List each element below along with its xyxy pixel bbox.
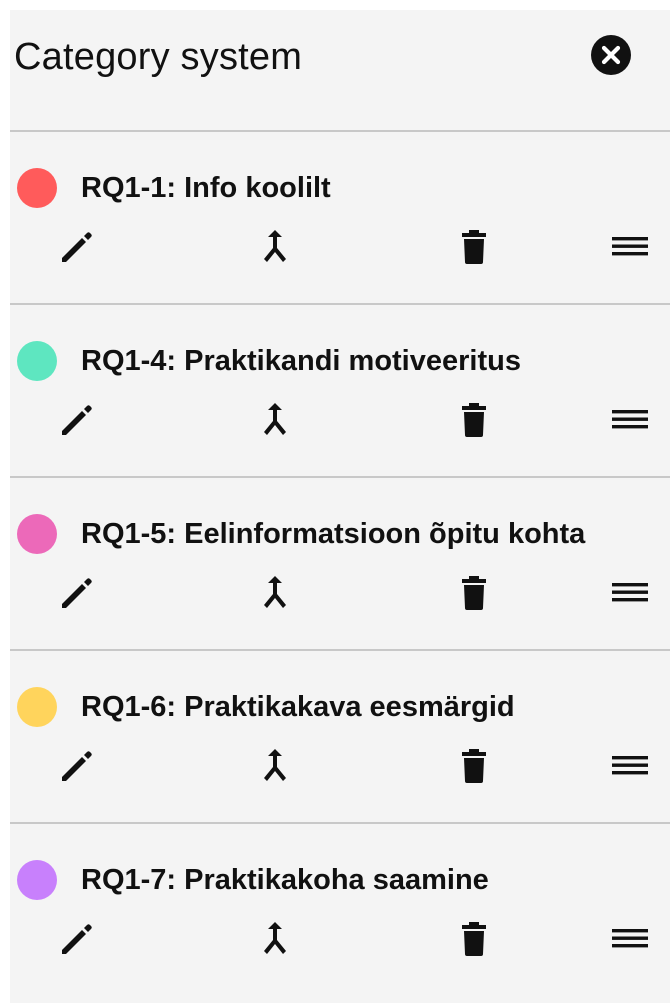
trash-icon — [452, 743, 496, 787]
drag-handle[interactable] — [608, 743, 652, 787]
category-color-dot — [17, 860, 57, 900]
trash-icon — [452, 916, 496, 960]
drag-handle-icon — [608, 916, 652, 960]
edit-button[interactable] — [56, 916, 100, 960]
category-label: RQ1-1: Info koolilt — [81, 172, 331, 204]
category-color-dot — [17, 514, 57, 554]
category-label: RQ1-7: Praktikakoha saamine — [81, 864, 489, 896]
category-label: RQ1-6: Praktikakava eesmärgid — [81, 691, 515, 723]
category-label: RQ1-4: Praktikandi motiveeritus — [81, 345, 521, 377]
merge-button[interactable] — [253, 570, 297, 614]
pencil-icon — [56, 397, 100, 441]
category-color-dot — [17, 341, 57, 381]
merge-button[interactable] — [253, 224, 297, 268]
category-color-dot — [17, 687, 57, 727]
edit-button[interactable] — [56, 570, 100, 614]
category-item: RQ1-4: Praktikandi motiveeritus — [10, 305, 670, 476]
delete-button[interactable] — [452, 397, 496, 441]
category-item: RQ1-6: Praktikakava eesmärgid — [10, 651, 670, 822]
category-actions — [10, 916, 670, 960]
merge-icon — [253, 916, 297, 960]
delete-button[interactable] — [452, 916, 496, 960]
merge-icon — [253, 743, 297, 787]
merge-button[interactable] — [253, 743, 297, 787]
drag-handle-icon — [608, 224, 652, 268]
category-item: RQ1-5: Eelinformatsioon õpitu kohta — [10, 478, 670, 649]
edit-button[interactable] — [56, 224, 100, 268]
pencil-icon — [56, 743, 100, 787]
drag-handle[interactable] — [608, 397, 652, 441]
panel-title: Category system — [14, 36, 303, 78]
pencil-icon — [56, 224, 100, 268]
category-list: RQ1-1: Info koolilt RQ1-4: Praktikandi mo… — [10, 132, 670, 995]
drag-handle-icon — [608, 743, 652, 787]
close-circle-icon — [591, 35, 631, 75]
category-label: RQ1-5: Eelinformatsioon õpitu kohta — [81, 518, 586, 550]
drag-handle[interactable] — [608, 916, 652, 960]
drag-handle[interactable] — [608, 570, 652, 614]
category-actions — [10, 570, 670, 614]
panel-header: Category system — [10, 10, 670, 130]
drag-handle[interactable] — [608, 224, 652, 268]
delete-button[interactable] — [452, 224, 496, 268]
category-actions — [10, 397, 670, 441]
close-button[interactable] — [590, 34, 632, 76]
drag-handle-icon — [608, 570, 652, 614]
trash-icon — [452, 570, 496, 614]
merge-icon — [253, 397, 297, 441]
merge-button[interactable] — [253, 916, 297, 960]
edit-button[interactable] — [56, 397, 100, 441]
drag-handle-icon — [608, 397, 652, 441]
category-color-dot — [17, 168, 57, 208]
merge-icon — [253, 224, 297, 268]
category-actions — [10, 224, 670, 268]
merge-icon — [253, 570, 297, 614]
merge-button[interactable] — [253, 397, 297, 441]
trash-icon — [452, 397, 496, 441]
category-item: RQ1-1: Info koolilt — [10, 132, 670, 303]
category-item: RQ1-7: Praktikakoha saamine — [10, 824, 670, 995]
edit-button[interactable] — [56, 743, 100, 787]
delete-button[interactable] — [452, 743, 496, 787]
pencil-icon — [56, 570, 100, 614]
pencil-icon — [56, 916, 100, 960]
category-system-panel: Category system RQ1-1: Info koolilt RQ1-4… — [10, 10, 670, 1003]
category-actions — [10, 743, 670, 787]
trash-icon — [452, 224, 496, 268]
delete-button[interactable] — [452, 570, 496, 614]
